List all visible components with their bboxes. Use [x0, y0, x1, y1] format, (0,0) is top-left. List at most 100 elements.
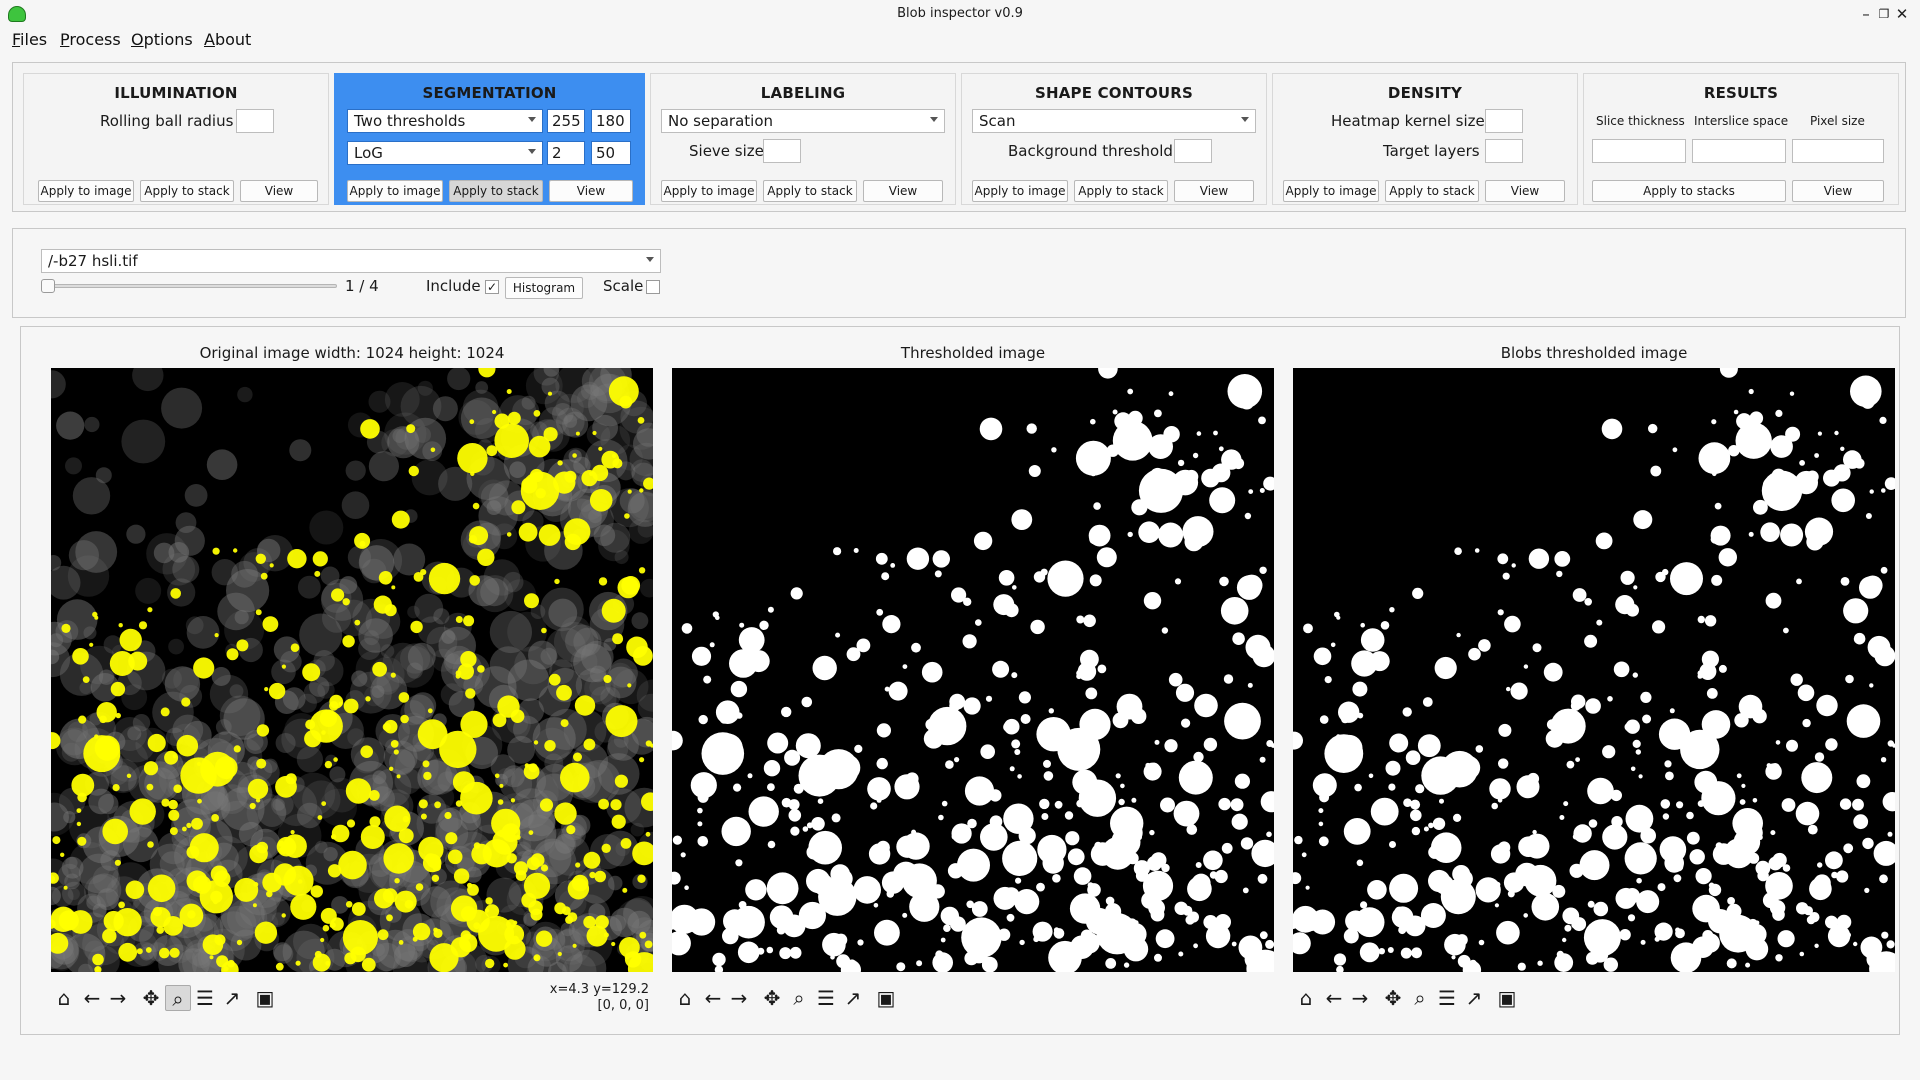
pan-icon[interactable]: ✥ [138, 985, 164, 1011]
log-sigma-input[interactable]: 2 [547, 141, 585, 165]
contours-apply-image-button[interactable]: Apply to image [972, 180, 1068, 202]
back-icon[interactable]: ← [1321, 985, 1347, 1011]
slice-thickness-input[interactable] [1592, 139, 1686, 163]
segmentation-method2-value: LoG [354, 144, 383, 162]
cursor-pixel-value: [0, 0, 0] [597, 998, 650, 1013]
save-icon[interactable]: ▣ [873, 985, 899, 1011]
axes-icon[interactable]: ↗ [840, 985, 866, 1011]
segmentation-threshold-low-input[interactable]: 180 [591, 109, 631, 133]
target-layers-label: Target layers [1383, 142, 1480, 160]
log-threshold-input[interactable]: 50 [591, 141, 631, 165]
contours-apply-stack-button[interactable]: Apply to stack [1074, 180, 1168, 202]
minimize-button[interactable]: – [1856, 4, 1876, 24]
pan-icon[interactable]: ✥ [759, 985, 785, 1011]
labeling-view-button[interactable]: View [863, 180, 943, 202]
shape-contours-panel: SHAPE CONTOURS Scan Background threshold… [961, 73, 1267, 205]
configure-icon[interactable]: ☰ [192, 985, 218, 1011]
menu-files[interactable]: Files [12, 30, 47, 49]
illumination-view-button[interactable]: View [240, 180, 318, 202]
save-icon[interactable]: ▣ [1494, 985, 1520, 1011]
segmentation-view-button[interactable]: View [549, 180, 633, 202]
axes-icon[interactable]: ↗ [219, 985, 245, 1011]
slice-slider-track[interactable] [41, 284, 337, 288]
results-panel: RESULTS Slice thickness Interslice space… [1583, 73, 1899, 205]
zoom-icon[interactable]: ⌕ [786, 985, 812, 1011]
interslice-space-input[interactable] [1692, 139, 1786, 163]
sieve-size-input[interactable] [763, 139, 801, 163]
slice-slider-handle[interactable] [41, 279, 55, 293]
back-icon[interactable]: ← [700, 985, 726, 1011]
thresholded-image-canvas[interactable] [672, 368, 1274, 972]
home-icon[interactable]: ⌂ [1293, 985, 1319, 1011]
results-title: RESULTS [1703, 84, 1779, 102]
include-label: Include [426, 277, 481, 295]
illumination-apply-image-button[interactable]: Apply to image [38, 180, 134, 202]
file-selection-panel: /-b27 hsli.tif 1 / 4 Include ✓ Histogram… [12, 228, 1906, 318]
processing-toolbox: ILLUMINATION Rolling ball radius Apply t… [12, 62, 1906, 212]
pixel-size-label: Pixel size [1810, 114, 1865, 128]
home-icon[interactable]: ⌂ [672, 985, 698, 1011]
segmentation-apply-image-button[interactable]: Apply to image [347, 180, 443, 202]
sieve-size-label: Sieve size [689, 142, 764, 160]
labeling-panel: LABELING No separation Sieve size Apply … [650, 73, 956, 205]
blobs-image-canvas[interactable] [1293, 368, 1895, 972]
slice-counter: 1 / 4 [345, 277, 379, 295]
cursor-xy: x=4.3 y=129.2 [549, 982, 649, 997]
file-select[interactable]: /-b27 hsli.tif [41, 249, 661, 273]
segmentation-method1-value: Two thresholds [354, 112, 466, 130]
forward-icon[interactable]: → [1347, 985, 1373, 1011]
chevron-down-icon [528, 149, 536, 154]
zoom-icon[interactable]: ⌕ [165, 985, 191, 1011]
results-view-button[interactable]: View [1792, 180, 1884, 202]
shape-contours-mode-select[interactable]: Scan [972, 109, 1256, 133]
illumination-apply-stack-button[interactable]: Apply to stack [140, 180, 234, 202]
labeling-separation-select[interactable]: No separation [661, 109, 945, 133]
back-icon[interactable]: ← [79, 985, 105, 1011]
contours-view-button[interactable]: View [1174, 180, 1254, 202]
labeling-apply-stack-button[interactable]: Apply to stack [763, 180, 857, 202]
forward-icon[interactable]: → [105, 985, 131, 1011]
labeling-separation-value: No separation [668, 112, 774, 130]
heatmap-kernel-label: Heatmap kernel size [1331, 112, 1485, 130]
maximize-button[interactable]: ❐ [1874, 4, 1894, 24]
include-checkbox[interactable]: ✓ [485, 280, 499, 294]
axes-icon[interactable]: ↗ [1461, 985, 1487, 1011]
pixel-size-input[interactable] [1792, 139, 1884, 163]
results-apply-stacks-button[interactable]: Apply to stacks [1592, 180, 1786, 202]
scale-checkbox[interactable] [646, 280, 660, 294]
menu-options[interactable]: Options [131, 30, 193, 49]
configure-icon[interactable]: ☰ [813, 985, 839, 1011]
window-title: Blob inspector v0.9 [897, 6, 1023, 21]
configure-icon[interactable]: ☰ [1434, 985, 1460, 1011]
segmentation-method1-select[interactable]: Two thresholds [347, 109, 543, 133]
segmentation-apply-stack-button[interactable]: Apply to stack [449, 180, 543, 202]
background-threshold-input[interactable] [1174, 139, 1212, 163]
original-image-canvas[interactable] [51, 368, 653, 972]
pan-icon[interactable]: ✥ [1380, 985, 1406, 1011]
illumination-title: ILLUMINATION [114, 84, 238, 102]
rolling-ball-input[interactable] [236, 109, 274, 133]
target-layers-input[interactable] [1485, 139, 1523, 163]
labeling-apply-image-button[interactable]: Apply to image [661, 180, 757, 202]
density-apply-image-button[interactable]: Apply to image [1283, 180, 1379, 202]
segmentation-threshold-high-input[interactable]: 255 [547, 109, 585, 133]
slice-thickness-label: Slice thickness [1596, 114, 1685, 128]
shape-contours-title: SHAPE CONTOURS [1034, 84, 1194, 102]
title-bar: Blob inspector v0.9 – ❐ ✕ [0, 0, 1920, 30]
shape-contours-mode-value: Scan [979, 112, 1016, 130]
heatmap-kernel-input[interactable] [1485, 109, 1523, 133]
segmentation-method2-select[interactable]: LoG [347, 141, 543, 165]
save-icon[interactable]: ▣ [252, 985, 278, 1011]
forward-icon[interactable]: → [726, 985, 752, 1011]
chevron-down-icon [1241, 117, 1249, 122]
density-apply-stack-button[interactable]: Apply to stack [1385, 180, 1479, 202]
zoom-icon[interactable]: ⌕ [1407, 985, 1433, 1011]
cursor-coordinates: x=4.3 y=129.2 [0, 0, 0] [451, 982, 649, 1014]
home-icon[interactable]: ⌂ [51, 985, 77, 1011]
menu-process[interactable]: Process [60, 30, 121, 49]
menu-about[interactable]: About [204, 30, 251, 49]
density-view-button[interactable]: View [1485, 180, 1565, 202]
histogram-button[interactable]: Histogram [505, 277, 583, 299]
close-button[interactable]: ✕ [1892, 4, 1912, 24]
chevron-down-icon [528, 117, 536, 122]
